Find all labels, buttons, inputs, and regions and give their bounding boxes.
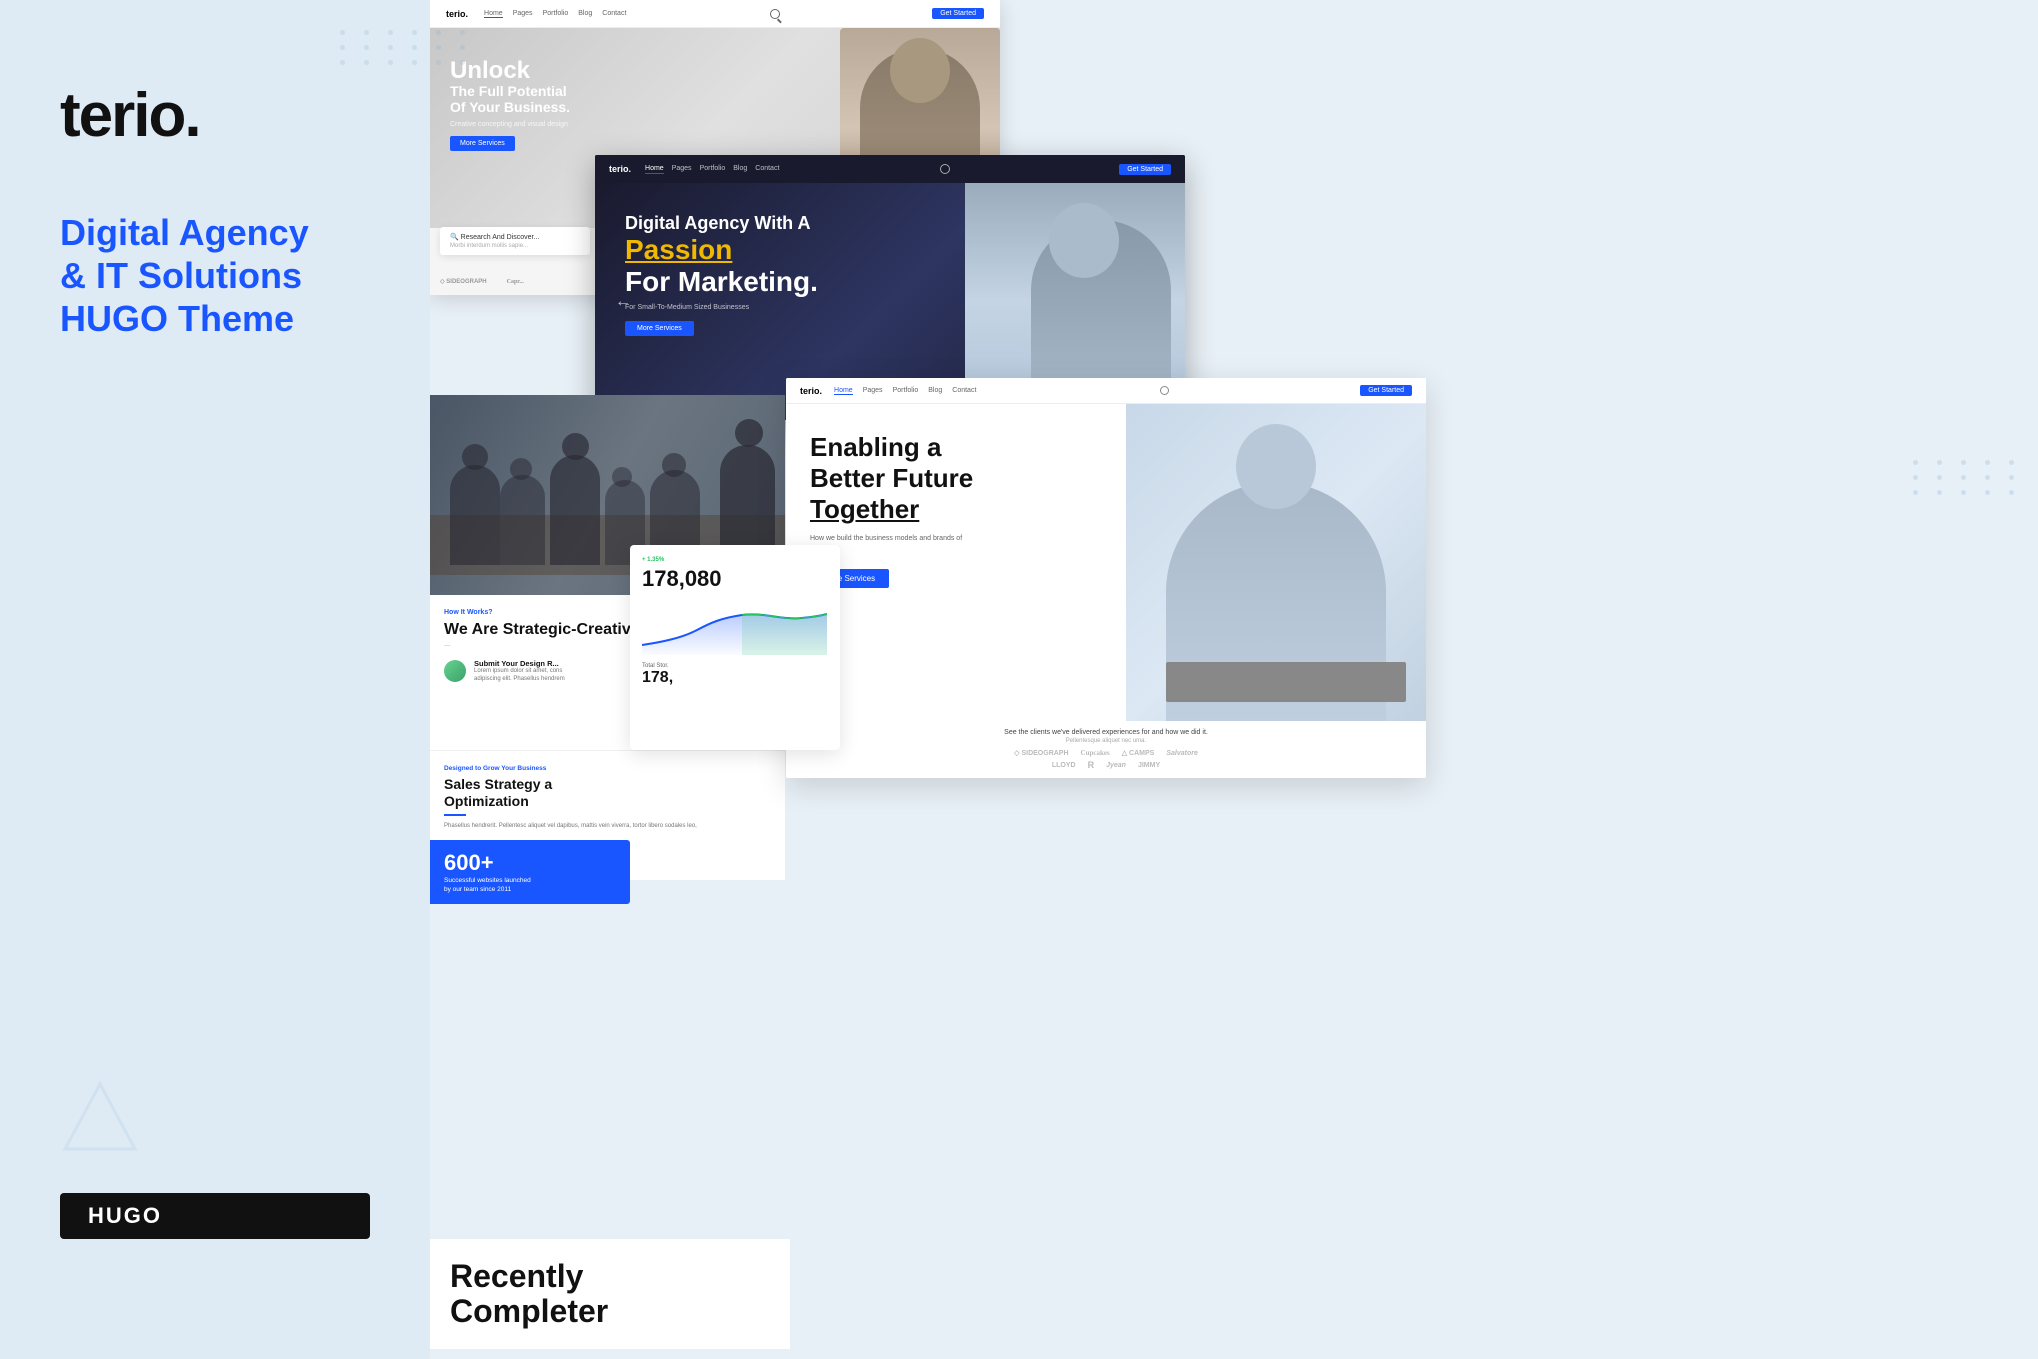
left-panel: // Will be rendered below terio. Digital… bbox=[0, 0, 430, 1359]
mockup-2-search-icon bbox=[940, 160, 950, 178]
recently-completed-section: Recently Completer bbox=[430, 1239, 790, 1349]
mockup-2-prev-arrow: ← bbox=[615, 293, 631, 311]
stats-text: Successful websites launched by our team… bbox=[444, 876, 534, 894]
mockup-4-nav-btn: Get Started bbox=[1360, 385, 1412, 396]
person-sil-3 bbox=[550, 455, 600, 565]
dashboard-chart bbox=[642, 600, 828, 655]
wsl-avatar bbox=[444, 660, 466, 682]
mockup-1-hero-text: Unlock The Full Potential Of Your Busine… bbox=[450, 58, 570, 151]
person-sil-1 bbox=[450, 465, 500, 565]
recently-title: Recently Completer bbox=[450, 1259, 770, 1329]
mockup-2-nav: terio. Home Pages Portfolio Blog Contact… bbox=[595, 155, 1185, 183]
bg-dots-mid-right bbox=[1913, 460, 2023, 495]
mockup-4: terio. Home Pages Portfolio Blog Contact… bbox=[786, 378, 1426, 778]
main-area: terio. Home Pages Portfolio Blog Contact… bbox=[430, 0, 2038, 1359]
mockup-4-nav-links: Home Pages Portfolio Blog Contact bbox=[834, 387, 976, 395]
tagline: Digital Agency & IT Solutions HUGO Theme bbox=[60, 211, 370, 341]
mockup-4-clients: See the clients we've delivered experien… bbox=[786, 721, 1426, 778]
triangle-decoration bbox=[60, 1079, 140, 1159]
mockup-2-nav-btn: Get Started bbox=[1119, 164, 1171, 175]
mockup-1-search-icon bbox=[770, 9, 780, 19]
mockup-2-nav-links: Home Pages Portfolio Blog Contact bbox=[645, 165, 779, 174]
sales-title: Sales Strategy a Optimization bbox=[444, 776, 771, 810]
brand-logo: terio. bbox=[60, 80, 370, 151]
mockup-1-nav: terio. Home Pages Portfolio Blog Contact… bbox=[430, 0, 1000, 28]
mockup-2-hero-text: Digital Agency With A Passion For Market… bbox=[625, 213, 818, 336]
dashboard-overlay: + 1.35% 178,080 Total Stor. 178, bbox=[630, 545, 840, 750]
sales-text: Phasellus hendrerit. Pellentesc aliquet … bbox=[444, 822, 771, 830]
stats-number: 600+ bbox=[444, 850, 616, 876]
sales-label: Designed to Grow Your Business bbox=[444, 765, 771, 772]
mockup-4-search-icon bbox=[1160, 382, 1169, 400]
mockup-2-brand: terio. bbox=[609, 164, 631, 174]
dashboard-growth: + 1.35% bbox=[642, 557, 828, 563]
mockup-1-btn: More Services bbox=[450, 136, 515, 151]
mockup-4-brand: terio. bbox=[800, 386, 822, 396]
left-panel-dots bbox=[340, 30, 474, 65]
sales-accent-line bbox=[444, 814, 466, 816]
mockup-1-nav-links: Home Pages Portfolio Blog Contact bbox=[484, 10, 626, 18]
mockup-4-right-image bbox=[1126, 404, 1426, 732]
dashboard-total-value: 178, bbox=[642, 669, 828, 687]
mockup-2-btn: More Services bbox=[625, 321, 694, 336]
mockup-1-search-box: 🔍 Research And Discover... Morbi interdu… bbox=[440, 227, 590, 255]
mockup-1-search-icon-inner: 🔍 bbox=[450, 234, 461, 241]
client-logos-row-2: LLOYD R Jyean JIMMY bbox=[802, 760, 1410, 770]
mockup-1-nav-btn: Get Started bbox=[932, 8, 984, 19]
mockup-4-nav: terio. Home Pages Portfolio Blog Contact… bbox=[786, 378, 1426, 404]
stats-block: 600+ Successful websites launched by our… bbox=[430, 840, 630, 904]
client-logos-row-1: ◇ SIDEOGRAPH Cupcakes △ CAMPS Salvatore bbox=[802, 749, 1410, 757]
pagination-dots bbox=[810, 604, 1102, 610]
mockup-1-brand: terio. bbox=[446, 9, 468, 19]
hugo-badge: HUGO bbox=[60, 1193, 370, 1239]
person-sil-2 bbox=[500, 475, 545, 565]
dashboard-main-value: 178,080 bbox=[642, 566, 828, 592]
